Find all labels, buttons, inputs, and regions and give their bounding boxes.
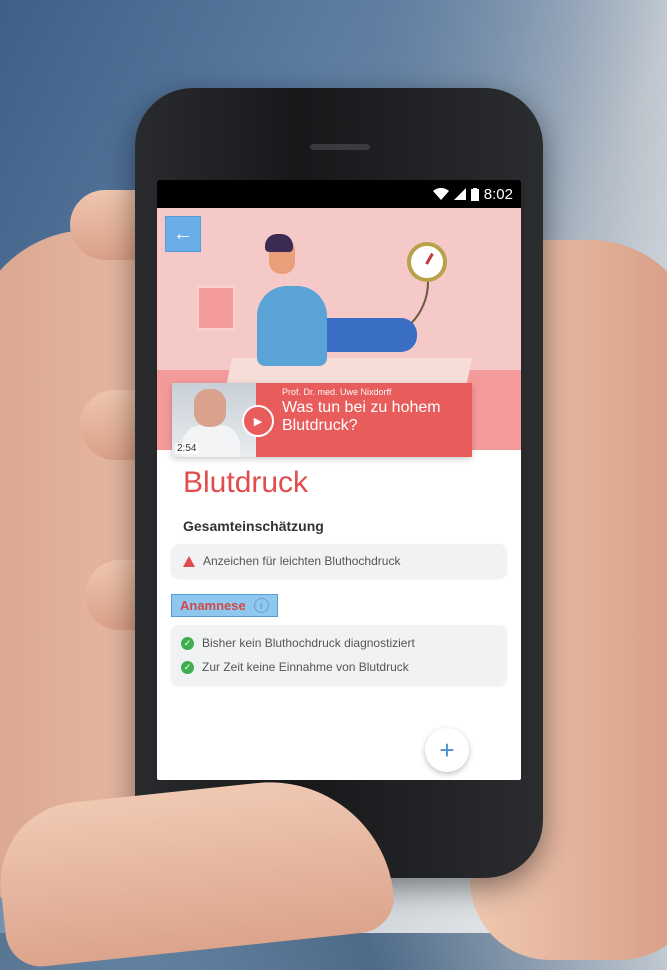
doctor-portrait bbox=[194, 389, 226, 427]
phone-speaker bbox=[310, 144, 370, 150]
anamnesis-header: Anamnese i bbox=[171, 594, 507, 617]
content: Blutdruck Gesamteinschätzung Anzeichen f… bbox=[157, 466, 521, 685]
check-icon: ✓ bbox=[181, 636, 194, 650]
arrow-left-icon: ← bbox=[173, 222, 193, 245]
page-title: Blutdruck bbox=[183, 466, 309, 499]
video-title: Was tun bei zu hohem Blutdruck? bbox=[282, 399, 441, 434]
list-item-text: Bisher kein Bluthochdruck diagnostiziert bbox=[202, 636, 415, 650]
video-author: Prof. Dr. med. Uwe Nixdorff bbox=[282, 387, 392, 397]
back-button[interactable]: ← bbox=[165, 216, 201, 252]
status-bar: 8:02 bbox=[157, 180, 521, 208]
check-icon: ✓ bbox=[181, 660, 194, 674]
anamnesis-list: ✓ Bisher kein Bluthochdruck diagnostizie… bbox=[171, 625, 507, 685]
app-screen: 8:02 ← 2:54 ▶ Prof. Dr. med. Uwe Nixdorf… bbox=[157, 180, 521, 780]
hero-illustration: ← 2:54 ▶ Prof. Dr. med. Uwe Nixdorff Was… bbox=[157, 208, 521, 457]
smartphone: 8:02 ← 2:54 ▶ Prof. Dr. med. Uwe Nixdorf… bbox=[135, 88, 543, 878]
person-body bbox=[257, 286, 327, 366]
info-icon[interactable]: i bbox=[253, 598, 269, 613]
assessment-warning: Anzeichen für leichten Bluthochdruck bbox=[203, 554, 401, 568]
anamnesis-label-text: Anamnese bbox=[180, 598, 246, 613]
assessment-heading: Gesamteinschätzung bbox=[183, 518, 324, 534]
plant-pot bbox=[197, 286, 235, 330]
battery-icon bbox=[470, 187, 479, 201]
assessment-card[interactable]: Anzeichen für leichten Bluthochdruck bbox=[171, 544, 507, 578]
list-item[interactable]: ✓ Zur Zeit keine Einnahme von Blutdruck bbox=[181, 655, 497, 679]
status-time: 8:02 bbox=[483, 185, 513, 203]
video-card[interactable]: 2:54 ▶ Prof. Dr. med. Uwe Nixdorff Was t… bbox=[172, 383, 472, 457]
video-info[interactable]: ▶ Prof. Dr. med. Uwe Nixdorff Was tun be… bbox=[242, 383, 472, 457]
anamnesis-label[interactable]: Anamnese i bbox=[171, 594, 278, 617]
video-duration: 2:54 bbox=[175, 443, 199, 454]
blood-pressure-gauge-icon bbox=[407, 242, 447, 282]
play-icon[interactable]: ▶ bbox=[242, 405, 274, 437]
add-button[interactable]: + bbox=[425, 728, 469, 772]
warning-icon bbox=[183, 555, 195, 567]
person-hair bbox=[265, 234, 293, 252]
list-item[interactable]: ✓ Bisher kein Bluthochdruck diagnostizie… bbox=[181, 631, 497, 655]
signal-icon bbox=[453, 188, 466, 200]
wifi-icon bbox=[432, 188, 449, 200]
plus-icon: + bbox=[439, 734, 455, 765]
list-item-text: Zur Zeit keine Einnahme von Blutdruck bbox=[202, 660, 409, 674]
